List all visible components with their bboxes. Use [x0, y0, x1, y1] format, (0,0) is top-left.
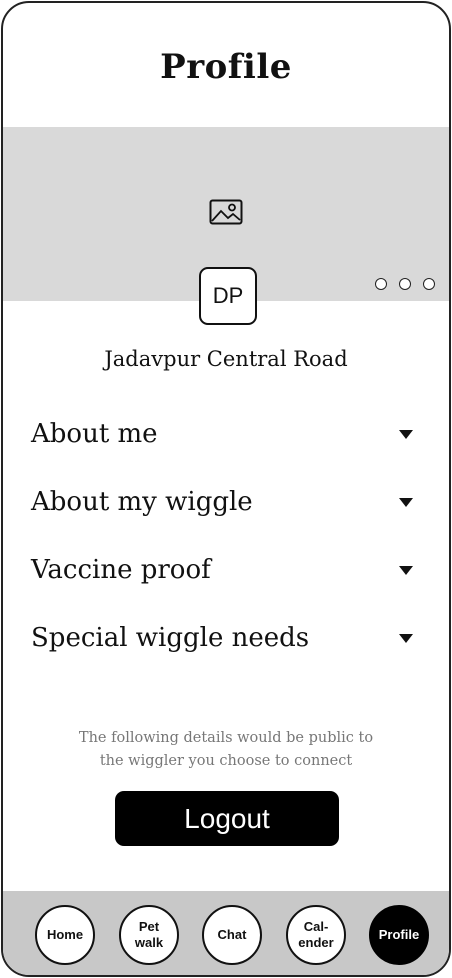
section-about-me[interactable]: About me — [31, 414, 415, 454]
more-dots-icon[interactable] — [375, 278, 435, 290]
section-label: About my wiggle — [31, 487, 253, 517]
carousel-dot — [375, 278, 387, 290]
public-details-note: The following details would be public to… — [43, 727, 409, 773]
avatar[interactable]: DP — [199, 267, 257, 325]
public-note-line: the wiggler you choose to connect — [99, 753, 353, 769]
public-note-line: The following details would be public to — [78, 730, 374, 746]
nav-profile-button[interactable]: Profile — [369, 905, 429, 965]
section-about-my-wiggle[interactable]: About my wiggle — [31, 482, 415, 522]
caret-down-icon[interactable] — [399, 633, 413, 643]
caret-down-icon[interactable] — [399, 429, 413, 439]
page-title: Profile — [160, 47, 292, 87]
carousel-dot — [423, 278, 435, 290]
section-vaccine-proof[interactable]: Vaccine proof — [31, 550, 415, 590]
nav-chat-button[interactable]: Chat — [202, 905, 262, 965]
carousel-dot — [399, 278, 411, 290]
image-icon — [209, 199, 243, 225]
logout-button[interactable]: Logout — [115, 791, 339, 846]
caret-down-icon[interactable] — [399, 565, 413, 575]
section-special-wiggle-needs[interactable]: Special wiggle needs — [31, 618, 415, 658]
location-label: Jadavpur Central Road — [104, 347, 348, 371]
section-label: About me — [31, 419, 158, 449]
bottom-nav: Home Pet walk Chat Cal- ender Profile — [3, 891, 449, 975]
phone-frame: Profile DP Jadavpur Central Road About m… — [1, 1, 451, 977]
section-label: Vaccine proof — [31, 555, 211, 585]
nav-pet-walk-button[interactable]: Pet walk — [119, 905, 179, 965]
caret-down-icon[interactable] — [399, 497, 413, 507]
nav-calendar-button[interactable]: Cal- ender — [286, 905, 346, 965]
nav-home-button[interactable]: Home — [35, 905, 95, 965]
section-label: Special wiggle needs — [31, 623, 310, 653]
